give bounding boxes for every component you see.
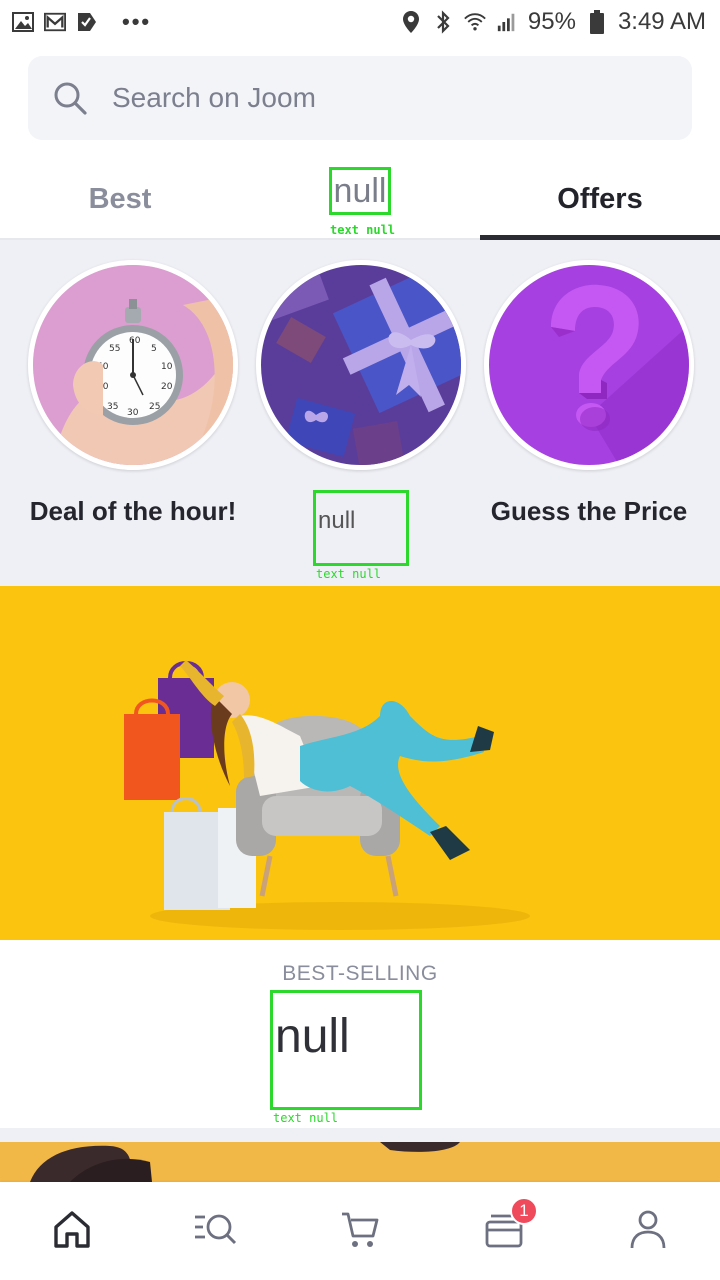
promo-banner[interactable]	[0, 586, 720, 940]
gift-box-image	[256, 260, 466, 470]
shoe-image	[0, 1142, 720, 1182]
orders-badge: 1	[510, 1197, 538, 1225]
offer-guess-the-price[interactable]: Guess the Price	[484, 260, 694, 527]
svg-text:30: 30	[127, 408, 139, 418]
gmail-icon	[44, 11, 66, 33]
status-bar: ••• 95% 3:49 AM	[0, 0, 720, 44]
question-mark-image	[484, 260, 694, 470]
battery-icon	[586, 10, 608, 34]
svg-text:60: 60	[129, 336, 141, 346]
offer-label: Guess the Price	[490, 496, 688, 526]
tab-best[interactable]: Best	[0, 160, 240, 238]
best-selling-title-text: null	[275, 1010, 350, 1063]
wifi-icon	[464, 11, 486, 33]
status-left: •••	[12, 11, 151, 33]
svg-text:10: 10	[161, 362, 173, 372]
search-bar[interactable]	[28, 56, 692, 140]
product-card-peek[interactable]	[0, 1142, 720, 1182]
svg-text:25: 25	[149, 402, 160, 412]
best-selling-title: null text null	[270, 990, 422, 1125]
debug-overlay-tag: text null	[273, 1111, 339, 1125]
svg-text:20: 20	[161, 382, 173, 392]
tab-null[interactable]: null text null	[240, 160, 480, 238]
status-right: 95% 3:49 AM	[400, 8, 706, 36]
nav-cart[interactable]	[320, 1191, 400, 1271]
battery-percent: 95%	[527, 8, 576, 35]
bluetooth-icon	[432, 10, 454, 34]
clock: 3:49 AM	[617, 8, 706, 35]
best-selling-section[interactable]: BEST-SELLING null text null	[0, 940, 720, 1128]
offers-section: 6051020253035405055 Deal of the hour!	[0, 240, 720, 586]
bottom-navigation: 1	[0, 1182, 720, 1280]
more-notifications-icon: •••	[122, 9, 152, 34]
profile-icon	[628, 1208, 668, 1255]
search-icon	[52, 80, 88, 116]
offer-null-label: null text null	[313, 490, 409, 581]
shopping-woman-armchair-banner	[0, 586, 720, 940]
nav-orders[interactable]: 1	[464, 1191, 544, 1271]
offer-deal-of-the-hour[interactable]: 6051020253035405055 Deal of the hour!	[28, 260, 238, 527]
debug-overlay-tag: text null	[330, 223, 396, 237]
offer-null-text: null	[318, 507, 356, 534]
svg-text:5: 5	[151, 344, 157, 354]
stopwatch-image: 6051020253035405055	[28, 260, 238, 470]
best-selling-label: BEST-SELLING	[282, 962, 438, 985]
offer-label: Deal of the hour!	[29, 496, 237, 526]
svg-text:35: 35	[107, 402, 118, 412]
tab-null-label: null	[328, 167, 392, 215]
svg-text:55: 55	[109, 344, 120, 354]
signal-icon	[496, 11, 518, 33]
nav-home[interactable]	[32, 1191, 112, 1271]
gallery-icon	[12, 11, 34, 33]
section-divider	[0, 1128, 720, 1142]
cart-icon	[339, 1208, 381, 1255]
offer-null[interactable]: null text null	[256, 260, 466, 581]
tab-offers[interactable]: Offers	[480, 160, 720, 240]
search-input[interactable]	[112, 82, 652, 114]
debug-overlay-tag: text null	[316, 567, 382, 581]
category-tabs: Best null text null Offers	[0, 160, 720, 240]
nav-profile[interactable]	[608, 1191, 688, 1271]
location-icon	[400, 11, 422, 33]
nav-catalog[interactable]	[176, 1191, 256, 1271]
tasks-icon	[76, 11, 98, 33]
catalog-search-icon	[193, 1209, 239, 1254]
home-icon	[51, 1208, 93, 1255]
